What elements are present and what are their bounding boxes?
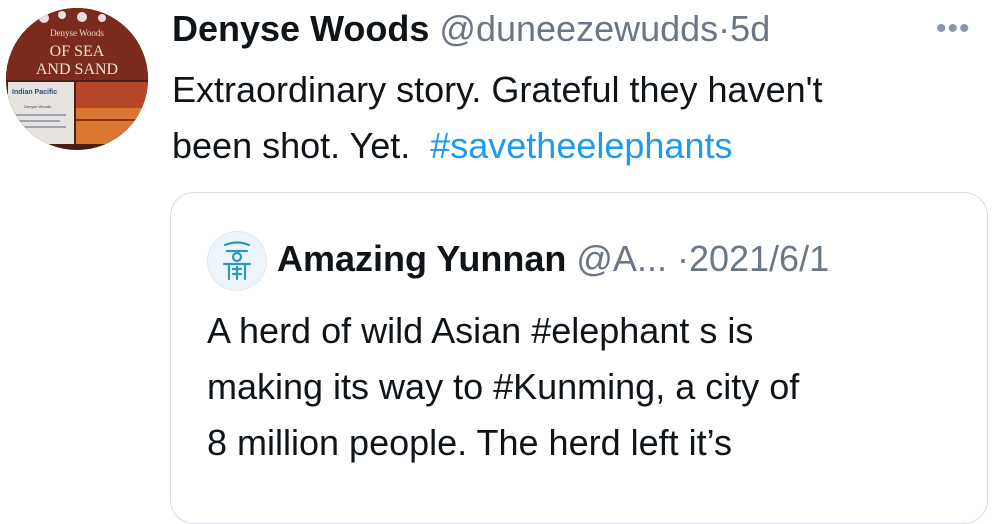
tweet-header: Denyse Woods @duneezewudds·5d — [172, 4, 770, 54]
book-label: Indian Pacific — [12, 89, 57, 96]
author-name[interactable]: Denyse Woods — [172, 8, 429, 49]
author-handle[interactable]: @duneezewudds — [439, 8, 718, 49]
quoted-author-handle[interactable]: @A... — [576, 238, 667, 279]
tweet-text: Extraordinary story. Grateful they haven… — [172, 62, 987, 174]
tweet-text-line2-text: been shot. Yet. — [172, 125, 411, 166]
book-author: Denyse Woods — [50, 28, 104, 38]
quoted-text-line2: making its way to #Kunming, a city of — [207, 366, 800, 407]
quoted-text-line3: 8 million people. The herd left it’s — [207, 422, 732, 463]
tweet-time[interactable]: 5d — [730, 8, 770, 49]
author-avatar[interactable]: Denyse Woods OF SEA AND SAND Indian Paci… — [6, 8, 148, 150]
quoted-tweet-text: A herd of wild Asian #elephant s is maki… — [207, 303, 967, 471]
header-separator: · — [718, 8, 731, 49]
book-title-line1: OF SEA — [50, 43, 105, 60]
quoted-author-avatar[interactable] — [207, 231, 267, 291]
quoted-tweet-card[interactable]: Amazing Yunnan @A... ·2021/6/1 A herd of… — [170, 192, 988, 524]
hashtag-link[interactable]: #savetheelephants — [430, 125, 732, 166]
more-options-icon[interactable]: ••• — [936, 12, 971, 46]
yunnan-emblem-icon — [222, 241, 252, 281]
quoted-tweet-header: Amazing Yunnan @A... ·2021/6/1 — [277, 233, 829, 285]
quoted-tweet-date[interactable]: 2021/6/1 — [689, 238, 829, 279]
quoted-header-separator: · — [676, 238, 689, 279]
book-cover-avatar: Denyse Woods OF SEA AND SAND Indian Paci… — [6, 8, 148, 150]
tweet-text-line1: Extraordinary story. Grateful they haven… — [172, 69, 823, 110]
tweet-text-line2: been shot. Yet. #savetheelephants — [172, 118, 987, 174]
quoted-text-line1: A herd of wild Asian #elephant s is — [207, 310, 754, 351]
book-label-sub: Denyse Woods — [24, 104, 51, 109]
quoted-author-name[interactable]: Amazing Yunnan — [277, 238, 566, 279]
book-title-line2: AND SAND — [36, 61, 118, 78]
